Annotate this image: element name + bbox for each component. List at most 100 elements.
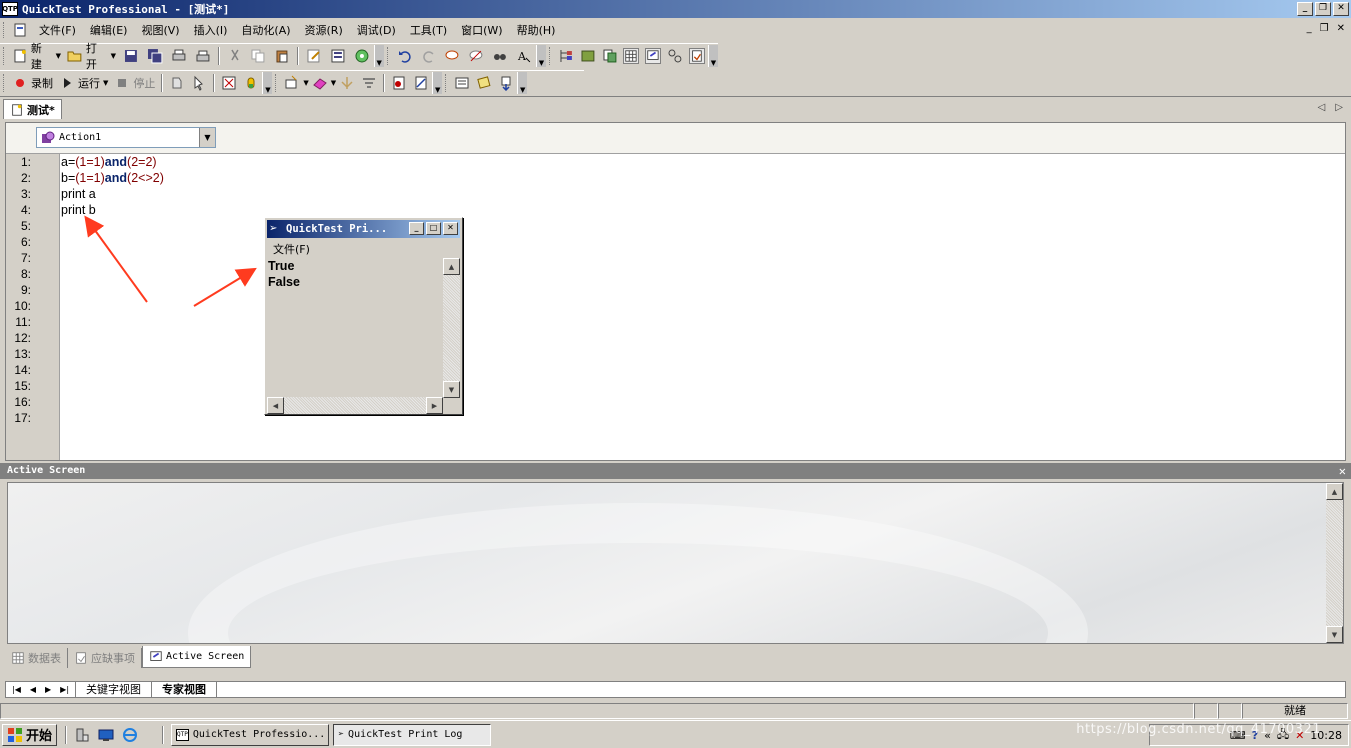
menu-debug[interactable]: 调试(D) [350,22,403,38]
tab-expert-view[interactable]: 专家视图 [151,682,218,697]
save-icon[interactable] [123,48,139,64]
menubar-grip[interactable] [3,22,6,38]
menu-help[interactable]: 帮助(H) [510,22,563,38]
toolbar-grip[interactable] [275,74,278,92]
print-log-window[interactable]: ➢ QuickTest Pri... _ □ ✕ 文件(F) True Fals… [264,217,463,415]
toolbar-overflow[interactable]: ▼ [517,72,528,94]
stop-button[interactable]: 停止 [111,73,158,93]
print-log-horizontal-scrollbar[interactable]: ◀ ▶ [267,397,443,414]
checkpoint-icon[interactable] [221,75,237,91]
tab-active-screen[interactable]: Active Screen [142,646,252,668]
comment-icon[interactable] [444,48,460,64]
menu-file[interactable]: 文件(F) [32,22,83,38]
step-list-icon[interactable] [454,75,470,91]
internet-explorer-icon[interactable] [122,727,138,743]
resources-icon[interactable] [580,48,596,64]
menu-resources[interactable]: 资源(R) [298,22,350,38]
mdi-close-button[interactable]: ✕ [1337,23,1345,34]
code-area[interactable]: a=(1=1)and(2=2) b=(1=1)and(2<>2) print a… [61,154,1345,460]
test-flow-icon[interactable] [558,48,574,64]
minimize-button[interactable]: _ [1297,2,1313,16]
toolbar-grip[interactable] [386,47,390,65]
taskbar-item-print-log[interactable]: ➢ QuickTest Print Log [333,723,492,746]
menu-automation[interactable]: 自动化(A) [234,22,297,38]
code-line-2[interactable]: b=(1=1)and(2<>2) [61,170,1345,186]
tab-scroll-left-icon[interactable]: ◁ [1318,102,1326,113]
toolbar-grip[interactable] [3,74,6,92]
tab-data-table[interactable]: 数据表 [5,648,68,668]
chevron-down-icon[interactable]: ▼ [199,128,215,147]
cut-icon[interactable] [227,48,243,64]
close-icon[interactable]: ✕ [1339,463,1346,479]
scroll-left-icon[interactable]: ◀ [267,397,284,414]
insert-step-dropdown[interactable]: ▼ [303,79,308,87]
print-log-vertical-scrollbar[interactable]: ▲ ▼ [443,258,460,398]
step-into-icon[interactable] [339,75,355,91]
toolbar-grip[interactable] [548,47,552,65]
redo-icon[interactable] [421,48,437,64]
results-icon[interactable] [476,75,492,91]
code-line-3[interactable]: print a [61,186,1345,202]
code-line-1[interactable]: a=(1=1)and(2=2) [61,154,1345,170]
prev-tab-icon[interactable]: ◀ [30,685,36,694]
first-tab-icon[interactable]: |◀ [12,685,21,694]
find-icon[interactable] [492,48,508,64]
paste-icon[interactable] [274,48,290,64]
undo-icon[interactable] [397,48,413,64]
toolbar-grip[interactable] [445,74,448,92]
print-preview-icon[interactable] [171,48,187,64]
output-value-icon[interactable] [243,75,259,91]
data-table-icon[interactable] [623,48,640,64]
menu-window[interactable]: 窗口(W) [454,22,509,38]
scroll-down-icon[interactable]: ▼ [1326,626,1343,643]
tab-scroll-right-icon[interactable]: ▷ [1335,102,1343,113]
print-log-maximize-button[interactable]: □ [426,222,441,235]
insert-breakpoint-icon[interactable] [391,75,407,91]
document-menu-icon[interactable] [12,22,28,38]
toolbar-overflow[interactable]: ▼ [708,45,718,67]
copy-icon[interactable] [250,48,266,64]
tab-test-document[interactable]: 测试* [3,99,62,119]
scroll-right-icon[interactable]: ▶ [426,397,443,414]
taskbar-item-quicktest[interactable]: QTP QuickTest Professio... [171,723,330,746]
toolbar-grip[interactable] [3,47,6,65]
new-button[interactable]: 新建 ▼ [9,42,64,71]
next-tab-icon[interactable]: ▶ [45,685,51,694]
start-button[interactable]: 开始 [2,723,58,746]
scroll-up-icon[interactable]: ▲ [443,258,460,275]
step-over-icon[interactable] [361,75,377,91]
menu-tools[interactable]: 工具(T) [403,22,454,38]
information-pane-icon[interactable] [689,48,706,64]
restore-button[interactable]: ❐ [1315,2,1331,16]
print-log-menu-file[interactable]: 文件(F) [273,241,310,257]
eraser-dropdown[interactable]: ▼ [331,79,336,87]
scroll-up-icon[interactable]: ▲ [1326,483,1343,500]
toolbar-overflow[interactable]: ▼ [432,72,443,94]
active-screen-vertical-scrollbar[interactable]: ▲ ▼ [1326,483,1343,643]
toolbar-overflow[interactable]: ▼ [373,45,384,67]
toolbar-overflow[interactable]: ▼ [262,72,273,94]
run-button[interactable]: 运行 ▼ [56,73,111,93]
replace-icon[interactable]: A [516,48,532,64]
record-button[interactable]: 录制 [9,73,56,93]
menu-edit[interactable]: 编辑(E) [83,22,135,38]
mdi-restore-button[interactable]: ❐ [1320,23,1329,34]
save-all-icon[interactable] [147,48,163,64]
tab-missing-resources[interactable]: 应缺事项 [68,648,142,668]
last-tab-icon[interactable]: ▶| [60,685,69,694]
edit-step-icon[interactable] [306,48,322,64]
menu-insert[interactable]: 插入(I) [187,22,235,38]
print-log-title-bar[interactable]: ➢ QuickTest Pri... _ □ ✕ [267,220,460,238]
show-desktop-icon[interactable] [98,727,114,743]
properties-icon[interactable] [330,48,346,64]
active-screen-icon[interactable] [645,48,662,64]
object-repository-icon[interactable] [602,48,618,64]
debug-viewer-icon[interactable] [667,48,683,64]
scroll-down-icon[interactable]: ▼ [443,381,460,398]
tab-keyword-view[interactable]: 关键字视图 [75,682,151,697]
low-level-recording-icon[interactable] [191,75,207,91]
print-log-minimize-button[interactable]: _ [409,222,424,235]
code-line-4[interactable]: print b [61,202,1345,218]
open-button[interactable]: 打开 ▼ [64,42,119,71]
print-icon[interactable] [195,48,211,64]
